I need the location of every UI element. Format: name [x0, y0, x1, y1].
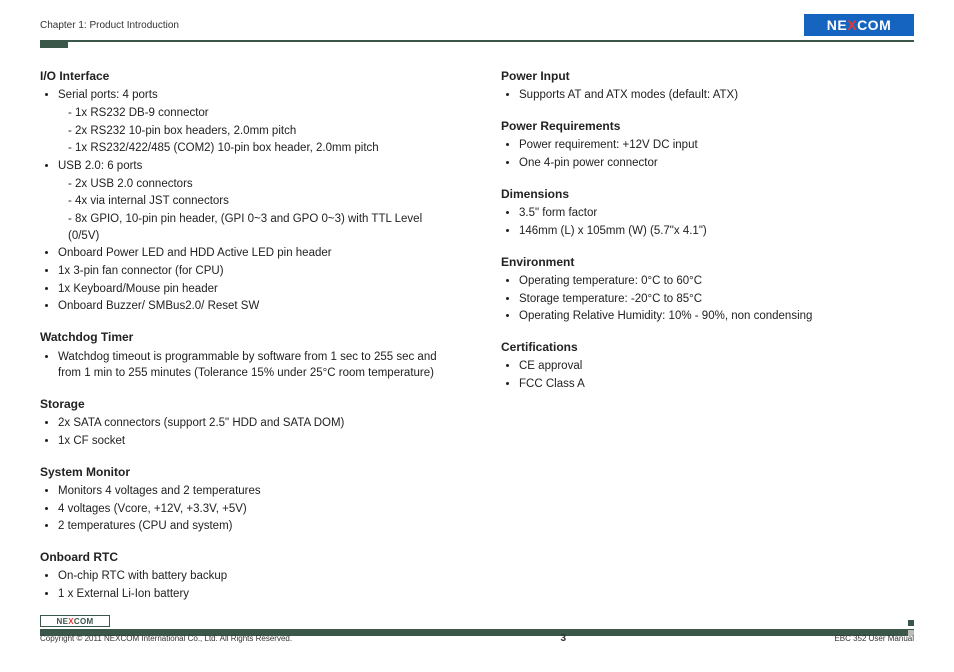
- section-title-io: I/O Interface: [40, 68, 453, 85]
- list-item: 2x USB 2.0 connectors: [68, 176, 453, 193]
- list-item: Operating Relative Humidity: 10% - 90%, …: [519, 308, 914, 325]
- sysmon-list: Monitors 4 voltages and 2 temperatures 4…: [40, 483, 453, 535]
- power-input-list: Supports AT and ATX modes (default: ATX): [501, 87, 914, 104]
- list-item: Watchdog timeout is programmable by soft…: [58, 349, 453, 382]
- list-item: On-chip RTC with battery backup: [58, 568, 453, 585]
- section-title-storage: Storage: [40, 396, 453, 413]
- environment-list: Operating temperature: 0°C to 60°C Stora…: [501, 273, 914, 325]
- section-title-dimensions: Dimensions: [501, 186, 914, 203]
- content-area: I/O Interface Serial ports: 4 ports 1x R…: [40, 68, 914, 612]
- footer-logo: NEXCOM: [40, 615, 110, 627]
- header-rule: [40, 40, 914, 42]
- list-item: 1x 3-pin fan connector (for CPU): [58, 263, 453, 280]
- chapter-label: Chapter 1: Product Introduction: [40, 20, 179, 31]
- page-number: 3: [560, 633, 566, 644]
- list-item: 4 voltages (Vcore, +12V, +3.3V, +5V): [58, 501, 453, 518]
- header-tab: [40, 40, 68, 48]
- list-item: 8x GPIO, 10-pin pin header, (GPI 0~3 and…: [68, 211, 453, 244]
- footer-line: Copyright © 2011 NEXCOM International Co…: [40, 633, 914, 644]
- storage-list: 2x SATA connectors (support 2.5" HDD and…: [40, 415, 453, 449]
- dimensions-list: 3.5" form factor 146mm (L) x 105mm (W) (…: [501, 205, 914, 239]
- sublist: 2x USB 2.0 connectors 4x via internal JS…: [58, 176, 453, 245]
- list-item: Onboard Power LED and HDD Active LED pin…: [58, 245, 453, 262]
- list-item: Storage temperature: -20°C to 85°C: [519, 291, 914, 308]
- list-item: 2 temperatures (CPU and system): [58, 518, 453, 535]
- list-item: Operating temperature: 0°C to 60°C: [519, 273, 914, 290]
- list-item: 1x CF socket: [58, 433, 453, 450]
- manual-name: EBC 352 User Manual: [834, 634, 914, 643]
- text: USB 2.0: 6 ports: [58, 160, 142, 172]
- list-item: FCC Class A: [519, 376, 914, 393]
- brand-logo: NEXCOM: [804, 14, 914, 36]
- list-item: Power requirement: +12V DC input: [519, 137, 914, 154]
- list-item: 2x RS232 10-pin box headers, 2.0mm pitch: [68, 123, 453, 140]
- footer-logo-text: NEXCOM: [57, 617, 94, 626]
- list-item: Supports AT and ATX modes (default: ATX): [519, 87, 914, 104]
- rtc-list: On-chip RTC with battery backup 1 x Exte…: [40, 568, 453, 602]
- list-item: One 4-pin power connector: [519, 155, 914, 172]
- list-item: Serial ports: 4 ports 1x RS232 DB-9 conn…: [58, 87, 453, 157]
- section-title-environment: Environment: [501, 254, 914, 271]
- list-item: 146mm (L) x 105mm (W) (5.7"x 4.1"): [519, 223, 914, 240]
- list-item: 1x Keyboard/Mouse pin header: [58, 281, 453, 298]
- list-item: 3.5" form factor: [519, 205, 914, 222]
- section-title-power-req: Power Requirements: [501, 118, 914, 135]
- section-title-cert: Certifications: [501, 339, 914, 356]
- page-header: Chapter 1: Product Introduction NEXCOM: [40, 14, 914, 36]
- list-item: 1x RS232/422/485 (COM2) 10-pin box heade…: [68, 140, 453, 157]
- power-req-list: Power requirement: +12V DC input One 4-p…: [501, 137, 914, 171]
- list-item: Monitors 4 voltages and 2 temperatures: [58, 483, 453, 500]
- list-item: Onboard Buzzer/ SMBus2.0/ Reset SW: [58, 298, 453, 315]
- left-column: I/O Interface Serial ports: 4 ports 1x R…: [40, 68, 453, 612]
- section-title-watchdog: Watchdog Timer: [40, 329, 453, 346]
- list-item: CE approval: [519, 358, 914, 375]
- section-title-sysmon: System Monitor: [40, 464, 453, 481]
- right-column: Power Input Supports AT and ATX modes (d…: [501, 68, 914, 612]
- list-item: USB 2.0: 6 ports 2x USB 2.0 connectors 4…: [58, 158, 453, 244]
- list-item: 4x via internal JST connectors: [68, 193, 453, 210]
- section-title-rtc: Onboard RTC: [40, 549, 453, 566]
- list-item: 1 x External Li-Ion battery: [58, 586, 453, 603]
- list-item: 2x SATA connectors (support 2.5" HDD and…: [58, 415, 453, 432]
- copyright-text: Copyright © 2011 NEXCOM International Co…: [40, 634, 292, 643]
- sublist: 1x RS232 DB-9 connector 2x RS232 10-pin …: [58, 105, 453, 157]
- list-item: 1x RS232 DB-9 connector: [68, 105, 453, 122]
- section-title-power-input: Power Input: [501, 68, 914, 85]
- page: Chapter 1: Product Introduction NEXCOM I…: [0, 0, 954, 672]
- io-list: Serial ports: 4 ports 1x RS232 DB-9 conn…: [40, 87, 453, 315]
- brand-logo-text: NEXCOM: [827, 17, 891, 33]
- cert-list: CE approval FCC Class A: [501, 358, 914, 392]
- text: Serial ports: 4 ports: [58, 89, 158, 101]
- watchdog-list: Watchdog timeout is programmable by soft…: [40, 349, 453, 382]
